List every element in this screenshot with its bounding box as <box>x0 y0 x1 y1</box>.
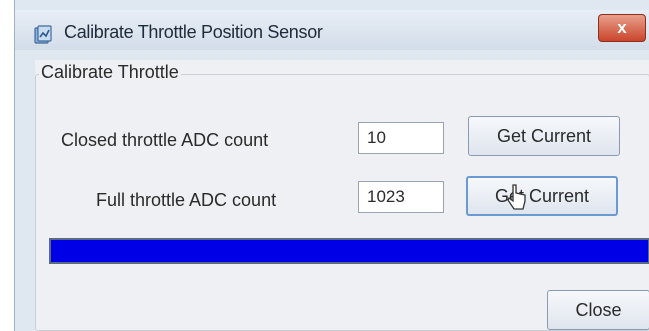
closed-throttle-field[interactable] <box>358 122 444 154</box>
full-throttle-field[interactable] <box>358 181 444 213</box>
close-button[interactable]: Close <box>547 290 649 330</box>
dialog-content: Calibrate Throttle Closed throttle ADC c… <box>35 60 649 331</box>
calibration-progress-bar <box>49 238 649 264</box>
mouse-pointer-icon <box>507 184 526 210</box>
closed-throttle-label: Closed throttle ADC count <box>61 130 269 150</box>
full-throttle-label: Full throttle ADC count <box>96 190 277 210</box>
progress-fill <box>51 240 648 262</box>
calibration-icon <box>34 25 52 44</box>
calibrate-dialog: Calibrate Throttle Position Sensor x Cal… <box>14 0 649 331</box>
close-icon: x <box>617 18 627 37</box>
window-close-button[interactable]: x <box>598 14 646 42</box>
closed-get-current-button[interactable]: Get Current <box>468 116 620 156</box>
window-title: Calibrate Throttle Position Sensor <box>64 22 323 42</box>
full-get-current-button[interactable]: Get Current <box>466 176 618 216</box>
group-label: Calibrate Throttle <box>39 62 181 83</box>
